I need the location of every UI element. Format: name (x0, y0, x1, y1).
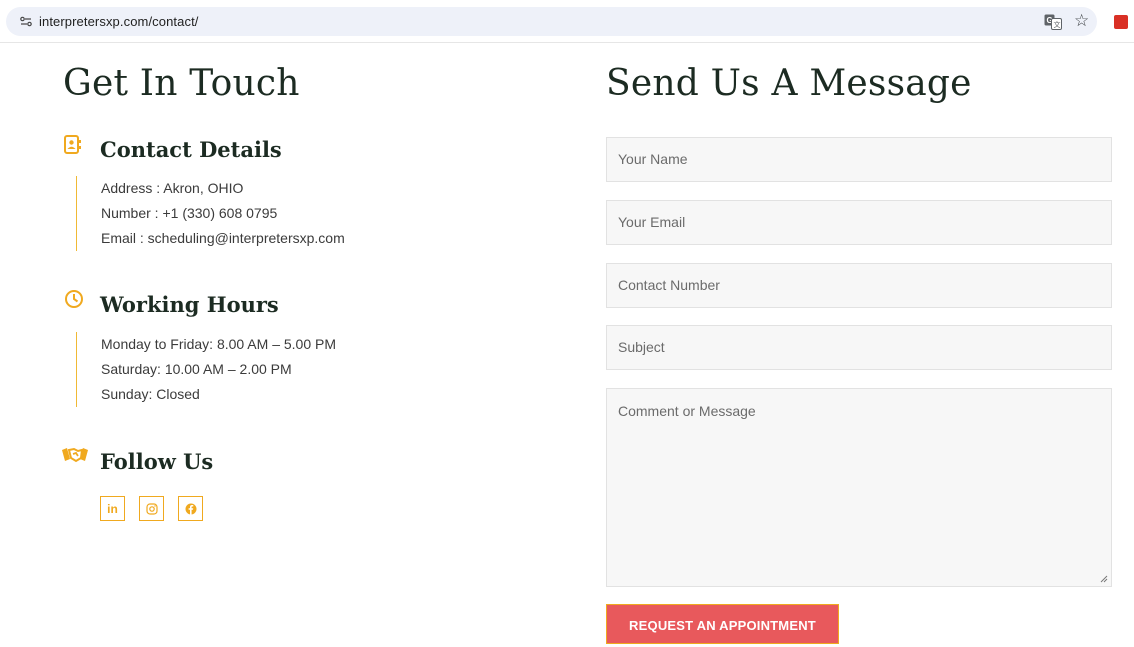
subject-input[interactable]: Subject (606, 325, 1112, 370)
sunday-hours-text: Sunday: Closed (101, 386, 200, 402)
facebook-glyph (185, 503, 196, 514)
address-text: Address : Akron, OHIO (101, 180, 244, 196)
clock-icon (65, 290, 83, 308)
extension-icon[interactable] (1114, 15, 1128, 29)
translate-icon[interactable]: G 文 (1044, 14, 1062, 30)
email-text: Email : scheduling@interpretersxp.com (101, 230, 345, 246)
resize-handle-icon[interactable] (1100, 575, 1108, 583)
message-textarea[interactable]: Comment or Message (606, 388, 1112, 587)
browser-toolbar: interpretersxp.com/contact/ G 文 ☆ (0, 0, 1134, 43)
facebook-icon[interactable] (178, 496, 203, 521)
follow-us-title: Follow Us (100, 449, 214, 474)
message-placeholder: Comment or Message (618, 403, 756, 419)
working-hours-title: Working Hours (100, 292, 279, 317)
contact-number-input[interactable]: Contact Number (606, 263, 1112, 308)
email-input[interactable]: Your Email (606, 200, 1112, 245)
request-appointment-button[interactable]: REQUEST AN APPOINTMENT (606, 604, 839, 644)
contact-book-icon (64, 135, 81, 154)
phone-text: Number : +1 (330) 608 0795 (101, 205, 278, 221)
weekday-hours-text: Monday to Friday: 8.00 AM – 5.00 PM (101, 336, 337, 352)
working-hours-block: Monday to Friday: 8.00 AM – 5.00 PM Satu… (76, 332, 336, 407)
instagram-glyph (145, 502, 158, 515)
saturday-hours-text: Saturday: 10.00 AM – 2.00 PM (101, 361, 292, 377)
contact-details-title: Contact Details (100, 137, 282, 162)
name-input[interactable]: Your Name (606, 137, 1112, 182)
bookmark-star-icon[interactable]: ☆ (1074, 11, 1089, 31)
social-links: in (100, 496, 203, 521)
url-text[interactable]: interpretersxp.com/contact/ (39, 14, 199, 29)
contact-details-block: Address : Akron, OHIO Number : +1 (330) … (76, 176, 345, 251)
site-info-icon[interactable] (20, 16, 32, 27)
send-message-heading: Send Us A Message (606, 63, 972, 104)
svg-text:文: 文 (1054, 20, 1061, 29)
get-in-touch-heading: Get In Touch (63, 63, 300, 104)
handshake-icon (62, 447, 88, 463)
linkedin-icon[interactable]: in (100, 496, 125, 521)
instagram-icon[interactable] (139, 496, 164, 521)
address-bar[interactable]: interpretersxp.com/contact/ G 文 ☆ (6, 7, 1097, 36)
